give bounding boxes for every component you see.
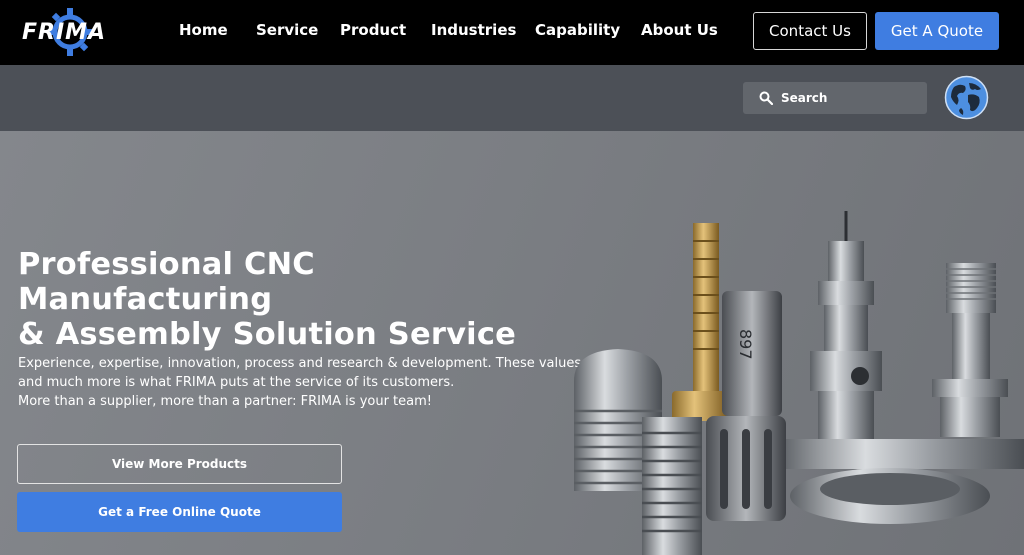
logo-text: FRIMA xyxy=(22,20,107,45)
part-engraving: 897 xyxy=(736,329,755,360)
search-input[interactable]: Search xyxy=(743,82,927,114)
search-placeholder: Search xyxy=(781,91,828,105)
view-more-products-button[interactable]: View More Products xyxy=(17,444,342,484)
nav-about-us[interactable]: About Us xyxy=(641,21,718,39)
nav-capability[interactable]: Capability xyxy=(535,21,620,39)
hero-section: Professional CNC Manufacturing & Assembl… xyxy=(0,131,1024,555)
hero-description: Experience, expertise, innovation, proce… xyxy=(18,354,582,411)
cnc-parts-image: 897 xyxy=(574,211,1024,555)
nav-industries[interactable]: Industries xyxy=(431,21,516,39)
hero-title-line-2: & Assembly Solution Service xyxy=(18,317,516,352)
globe-icon[interactable] xyxy=(944,75,989,120)
hero-title: Professional CNC Manufacturing & Assembl… xyxy=(18,247,578,352)
brass-fitting xyxy=(672,223,728,421)
get-a-quote-button[interactable]: Get A Quote xyxy=(875,12,999,50)
free-online-quote-button[interactable]: Get a Free Online Quote xyxy=(17,492,342,532)
frima-logo[interactable]: FRIMA xyxy=(20,6,120,58)
search-icon xyxy=(759,91,773,105)
hero-title-line-1: Professional CNC Manufacturing xyxy=(18,247,315,317)
hero-desc-line-1: Experience, expertise, innovation, proce… xyxy=(18,356,582,371)
top-navigation-bar: FRIMA Home Service Product Industries Ca… xyxy=(0,0,1024,65)
sub-header-bar: Search xyxy=(0,65,1024,131)
contact-us-button[interactable]: Contact Us xyxy=(753,12,867,50)
nav-home[interactable]: Home xyxy=(179,21,228,39)
nav-service[interactable]: Service xyxy=(256,21,318,39)
nav-product[interactable]: Product xyxy=(340,21,406,39)
hero-desc-line-3: More than a supplier, more than a partne… xyxy=(18,394,432,409)
hero-desc-line-2: and much more is what FRIMA puts at the … xyxy=(18,375,455,390)
